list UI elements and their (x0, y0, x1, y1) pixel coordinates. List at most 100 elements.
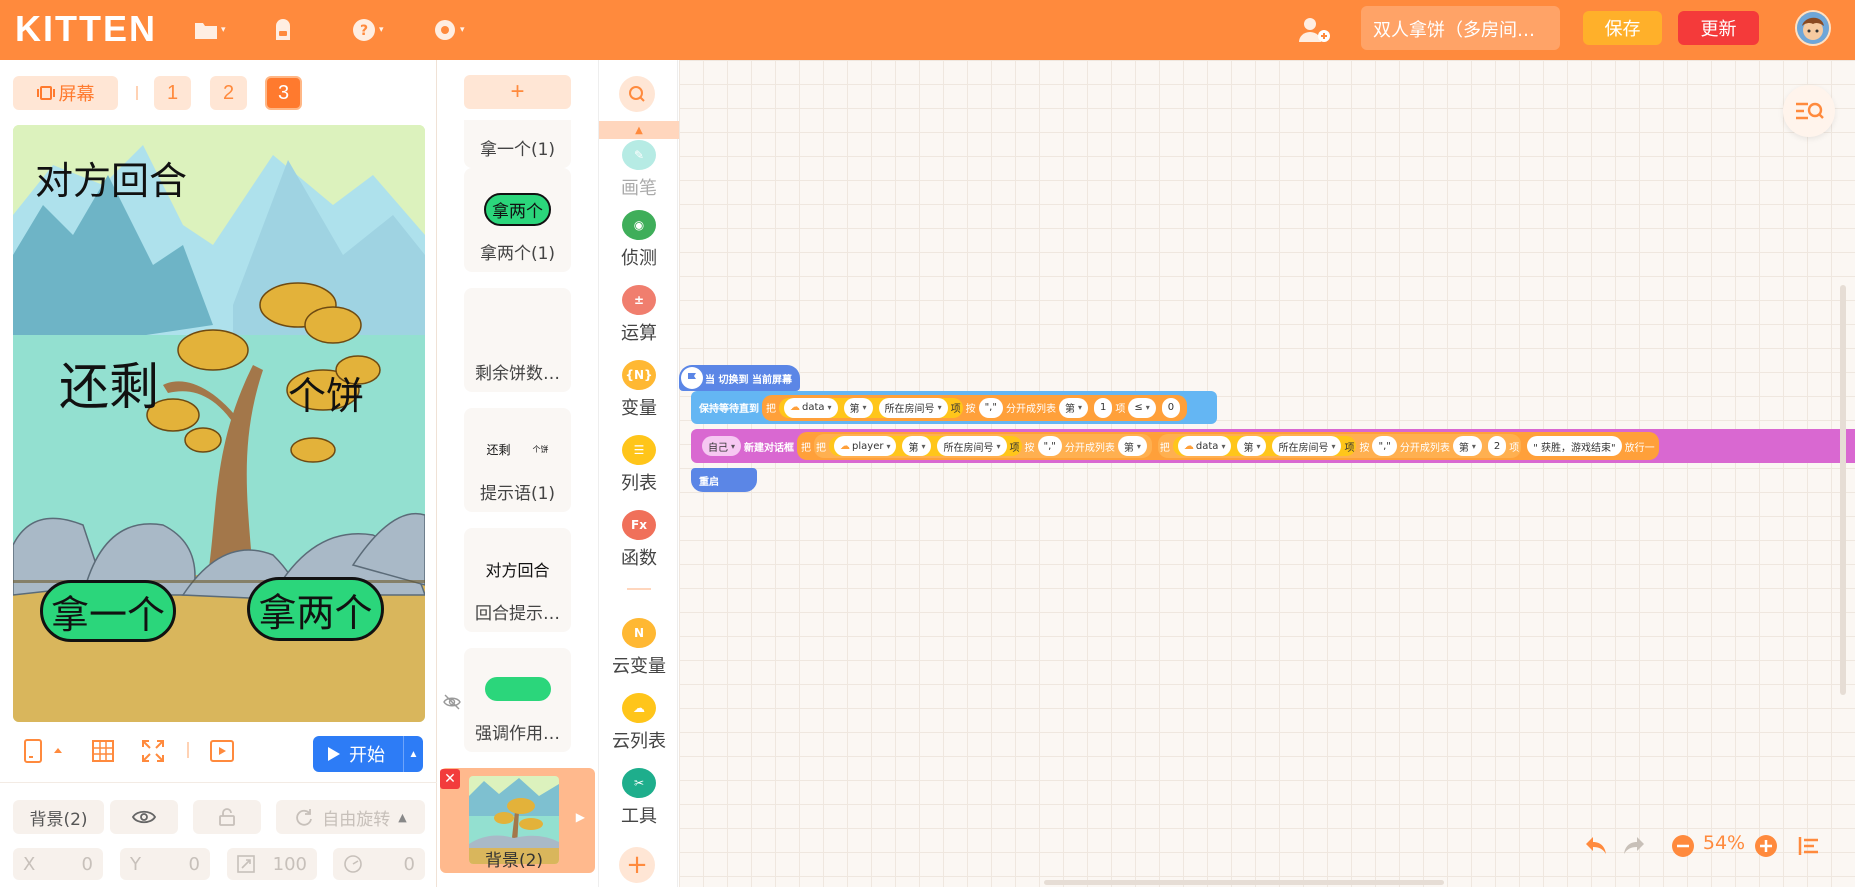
project-title-input[interactable]: 双人拿饼（多房间联… (1361, 6, 1560, 50)
chevron-right-icon[interactable]: ▶ (576, 810, 585, 824)
folder-menu[interactable]: ▾ (193, 14, 226, 46)
workspace-search-button[interactable] (1783, 85, 1835, 137)
eye-off-icon[interactable] (443, 693, 461, 711)
page-tab-1[interactable]: 1 (154, 76, 191, 110)
restart-block[interactable]: 重启 (691, 468, 757, 492)
add-sprite-button[interactable]: + (464, 75, 571, 109)
event-hat-block[interactable]: 当 切换到 当前屏幕 (679, 365, 800, 391)
nth-dropdown[interactable]: 第 (1117, 436, 1147, 456)
page-tab-2[interactable]: 2 (210, 76, 247, 110)
message-input[interactable]: " 获胜，游戏结束" (1527, 436, 1622, 456)
horizontal-scrollbar[interactable] (1044, 880, 1444, 885)
join-text-slot[interactable]: 把 把 ☁player 第 所在房间号 项 按 "," 分开成列表 第 把 ☁d… (797, 432, 1659, 460)
category-variables[interactable]: {N} 变量 (599, 360, 679, 430)
new-dialog-block[interactable]: 自己 新建对话框 把 把 ☁player 第 所在房间号 项 按 "," 分开成… (691, 429, 1855, 463)
wait-until-block[interactable]: 保持等待直到 把 ☁data 第 所在房间号 项 按 "," 分开成列表 第 1… (691, 391, 1217, 424)
device-dropdown-icon[interactable] (51, 737, 65, 765)
zoom-out-icon[interactable] (1671, 834, 1695, 858)
screen-button[interactable]: 屏幕 (13, 76, 118, 110)
cake-unit-text[interactable]: 个饼 (288, 365, 364, 420)
sprite-card[interactable]: 拿两个 拿两个(1) (464, 168, 571, 272)
category-cloud-variables[interactable]: N 云变量 (599, 618, 679, 688)
data-variable-dropdown[interactable]: ☁ data (1177, 436, 1232, 456)
list-item-slot[interactable]: ☁data 第 所在房间号 项 (1172, 436, 1357, 456)
take-two-sprite[interactable]: 拿两个 (247, 577, 384, 641)
nth-dropdown[interactable]: 第 (1452, 436, 1482, 456)
preview-video-icon[interactable] (208, 737, 236, 765)
category-pen[interactable]: ✎ 画笔 (599, 140, 679, 210)
collaborate-button[interactable] (1297, 14, 1331, 46)
player-variable-dropdown[interactable]: ☁ player (834, 436, 897, 456)
stage-canvas[interactable]: 对方回合 还剩 个饼 拿一个 拿两个 (13, 125, 425, 722)
nth-dropdown[interactable]: 第 (902, 436, 932, 456)
start-options-dropdown[interactable]: ▲ (403, 736, 423, 772)
help-menu[interactable]: ? ▾ (351, 14, 384, 46)
code-workspace[interactable]: 当 切换到 当前屏幕 保持等待直到 把 ☁data 第 所在房间号 项 按 ",… (679, 60, 1855, 887)
delete-background-button[interactable]: ✕ (440, 769, 460, 789)
room-number-dropdown[interactable]: 所在房间号 (1272, 436, 1342, 456)
category-cloud-lists[interactable]: ☁ 云列表 (599, 693, 679, 763)
list-item-slot[interactable]: ☁data 第 所在房间号 项 (779, 397, 963, 418)
category-operators[interactable]: ± 运算 (599, 285, 679, 355)
category-lists[interactable]: ☰ 列表 (599, 435, 679, 505)
index-input[interactable]: 1 (1093, 397, 1113, 418)
list-item-slot[interactable]: ☁player 第 所在房间号 项 (829, 436, 1022, 456)
category-tools[interactable]: ✂ 工具 (599, 768, 679, 838)
category-sensing[interactable]: ◉ 侦测 (599, 210, 679, 280)
app-logo[interactable]: KITTEN (15, 8, 157, 50)
size-field[interactable]: 100 (227, 848, 317, 880)
nth-dropdown[interactable]: 第 (1237, 436, 1267, 456)
room-number-dropdown[interactable]: 所在房间号 (878, 397, 948, 418)
align-blocks-icon[interactable] (1797, 834, 1821, 858)
add-extension-button[interactable]: + (619, 847, 655, 883)
background-card[interactable]: 背景(2) ▶ (440, 768, 595, 873)
nth-dropdown[interactable]: 第 (843, 397, 873, 418)
value-input[interactable]: 0 (1161, 397, 1181, 418)
direction-field[interactable]: 0 (333, 848, 425, 880)
vertical-scrollbar[interactable] (1840, 285, 1846, 695)
backpack-button[interactable] (270, 14, 296, 46)
remaining-text[interactable]: 还剩 (59, 347, 159, 419)
redo-icon[interactable] (1621, 833, 1647, 859)
separator-input[interactable]: "," (978, 397, 1003, 418)
lock-toggle[interactable] (193, 800, 261, 834)
player-split-slot[interactable]: 把 ☁player 第 所在房间号 项 按 "," 分开成列表 第 (814, 434, 1152, 458)
zoom-in-icon[interactable] (1754, 834, 1778, 858)
device-size-icon[interactable] (19, 737, 47, 765)
sprite-name-field[interactable]: 背景(2) (13, 800, 104, 834)
take-one-sprite[interactable]: 拿一个 (40, 580, 176, 642)
page-tab-3[interactable]: 3 (265, 76, 302, 110)
sprite-card[interactable]: 强调作用… (464, 648, 571, 752)
sprite-card[interactable]: 还剩 个饼 提示语(1) (464, 408, 571, 512)
start-button[interactable]: 开始 ▲ (313, 736, 423, 772)
turn-indicator-text[interactable]: 对方回合 (35, 150, 187, 205)
nth-dropdown[interactable]: 第 (1058, 397, 1088, 418)
separator-input[interactable]: "," (1372, 436, 1397, 456)
take-label: 把 (1159, 442, 1170, 454)
avatar[interactable] (1795, 10, 1831, 46)
search-blocks-button[interactable] (619, 76, 655, 112)
y-field[interactable]: Y0 (120, 848, 210, 880)
target-self-dropdown[interactable]: 自己 (702, 436, 742, 456)
category-functions[interactable]: Fx 函数 (599, 510, 679, 580)
sprite-card[interactable]: 对方回合 回合提示… (464, 528, 571, 632)
room-number-dropdown[interactable]: 所在房间号 (937, 436, 1007, 456)
fullscreen-icon[interactable] (139, 737, 167, 765)
rotation-mode-select[interactable]: 自由旋转 ▲ (276, 800, 425, 834)
chevron-up-icon[interactable]: ▲ (599, 121, 679, 139)
compare-slot[interactable]: 把 ☁data 第 所在房间号 项 按 "," 分开成列表 第 1 项 ≤ 0 (762, 394, 1188, 421)
sprite-card[interactable]: 拿一个(1) (464, 120, 571, 168)
x-field[interactable]: X0 (13, 848, 103, 880)
separator-input[interactable]: "," (1037, 436, 1062, 456)
sprite-card[interactable]: 剩余饼数… (464, 288, 571, 392)
undo-icon[interactable] (1583, 833, 1609, 859)
visibility-toggle[interactable] (110, 800, 178, 834)
operator-dropdown[interactable]: ≤ (1128, 397, 1156, 418)
settings-menu[interactable]: ▾ (432, 14, 465, 46)
data-variable-dropdown[interactable]: ☁ data (784, 397, 838, 418)
update-button[interactable]: 更新 (1678, 11, 1759, 45)
index-input[interactable]: 2 (1487, 436, 1507, 456)
data-split-slot[interactable]: 把 ☁data 第 所在房间号 项 按 "," 分开成列表 第 2 项 (1157, 434, 1522, 458)
grid-icon[interactable] (89, 737, 117, 765)
save-button[interactable]: 保存 (1583, 11, 1662, 45)
